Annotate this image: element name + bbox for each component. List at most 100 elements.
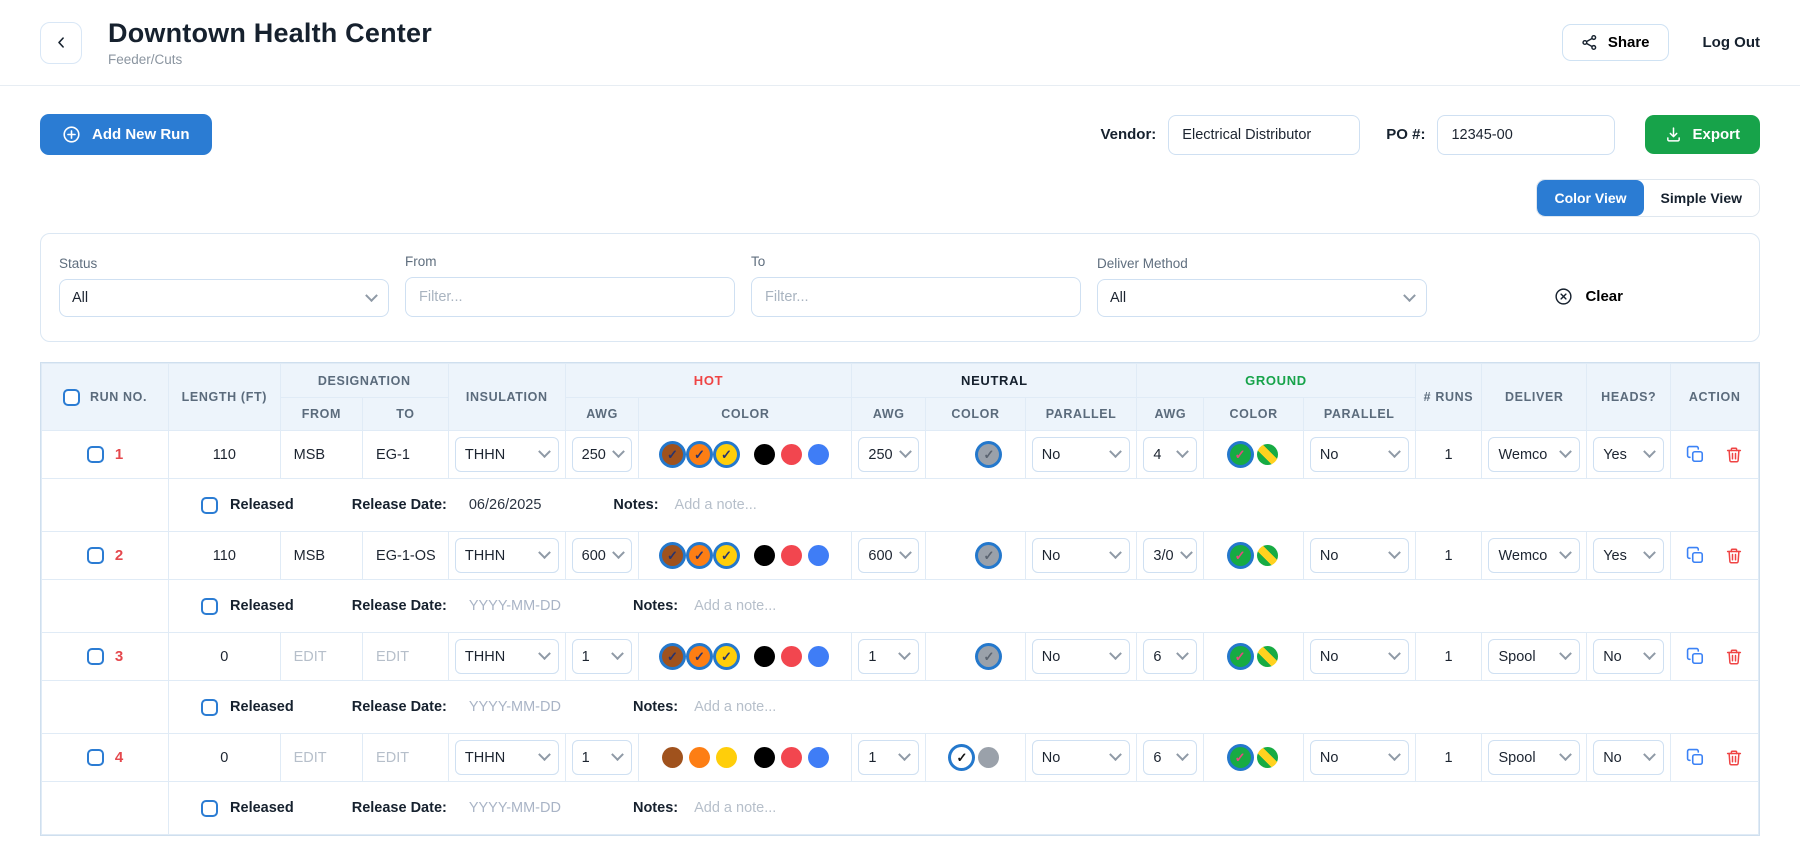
insulation-select[interactable]: THHN bbox=[454, 437, 559, 472]
yellow-color-swatch[interactable]: ✓ bbox=[715, 646, 737, 667]
ground-awg-select[interactable]: 6 bbox=[1143, 740, 1198, 775]
to-cell[interactable]: EG-1-OS bbox=[362, 531, 449, 580]
deliver-select[interactable]: Spool bbox=[1488, 740, 1581, 775]
po-input[interactable] bbox=[1437, 114, 1616, 155]
released-checkbox[interactable] bbox=[201, 698, 219, 716]
yellow-color-swatch[interactable]: ✓ bbox=[715, 444, 737, 465]
status-filter-select[interactable]: All bbox=[59, 279, 389, 317]
heads-select[interactable]: Yes bbox=[1593, 538, 1665, 573]
hot-awg-select[interactable]: 250 bbox=[571, 437, 633, 472]
neutral-awg-select[interactable]: 1 bbox=[858, 639, 920, 674]
length-cell[interactable]: 110 bbox=[168, 531, 281, 580]
ground-awg-select[interactable]: 3/0 bbox=[1143, 538, 1198, 573]
insulation-select[interactable]: THHN bbox=[454, 538, 559, 573]
orange-color-swatch[interactable]: ✓ bbox=[688, 444, 710, 465]
simple-view-tab[interactable]: Simple View bbox=[1643, 180, 1759, 216]
brown-color-swatch[interactable] bbox=[661, 747, 683, 768]
to-filter-input[interactable] bbox=[751, 277, 1081, 317]
row-checkbox[interactable] bbox=[86, 648, 104, 665]
black-color-swatch[interactable] bbox=[753, 545, 775, 566]
gray-color-swatch[interactable]: ✓ bbox=[978, 444, 1000, 465]
neutral-parallel-select[interactable]: No bbox=[1031, 437, 1131, 472]
delete-run-button[interactable] bbox=[1725, 446, 1743, 464]
green-color-swatch[interactable]: ✓ bbox=[1229, 747, 1251, 768]
gray-color-swatch[interactable]: ✓ bbox=[978, 545, 1000, 566]
delete-run-button[interactable] bbox=[1725, 749, 1743, 767]
red-color-swatch[interactable] bbox=[780, 444, 802, 465]
orange-color-swatch[interactable] bbox=[688, 747, 710, 768]
row-checkbox[interactable] bbox=[86, 749, 104, 766]
black-color-swatch[interactable] bbox=[753, 747, 775, 768]
from-cell[interactable]: MSB bbox=[279, 531, 364, 580]
white-color-swatch[interactable] bbox=[951, 444, 973, 465]
yellow-color-swatch[interactable] bbox=[715, 747, 737, 768]
ground-parallel-select[interactable]: No bbox=[1309, 740, 1409, 775]
ground-parallel-select[interactable]: No bbox=[1309, 639, 1409, 674]
length-cell[interactable]: 0 bbox=[168, 632, 281, 681]
released-checkbox[interactable] bbox=[201, 799, 219, 817]
deliver-select[interactable]: Spool bbox=[1488, 639, 1581, 674]
white-color-swatch[interactable]: ✓ bbox=[951, 747, 973, 768]
duplicate-run-button[interactable] bbox=[1686, 445, 1705, 464]
from-cell[interactable]: EDIT bbox=[279, 733, 364, 782]
notes-input[interactable]: Add a note... bbox=[675, 497, 757, 513]
notes-input[interactable]: Add a note... bbox=[694, 699, 776, 715]
neutral-parallel-select[interactable]: No bbox=[1031, 740, 1131, 775]
row-checkbox[interactable] bbox=[86, 446, 104, 463]
back-button[interactable] bbox=[40, 21, 82, 64]
red-color-swatch[interactable] bbox=[780, 747, 802, 768]
heads-select[interactable]: Yes bbox=[1593, 437, 1665, 472]
length-cell[interactable]: 0 bbox=[168, 733, 281, 782]
hot-awg-select[interactable]: 600 bbox=[571, 538, 633, 573]
neutral-parallel-select[interactable]: No bbox=[1031, 639, 1131, 674]
deliver-select[interactable]: Wemco bbox=[1488, 437, 1581, 472]
blue-color-swatch[interactable] bbox=[807, 747, 829, 768]
heads-select[interactable]: No bbox=[1593, 639, 1665, 674]
select-all-checkbox[interactable] bbox=[62, 388, 80, 406]
blue-color-swatch[interactable] bbox=[807, 444, 829, 465]
ground-awg-select[interactable]: 6 bbox=[1143, 639, 1198, 674]
to-cell[interactable]: EDIT bbox=[362, 733, 449, 782]
deliver-select[interactable]: Wemco bbox=[1488, 538, 1581, 573]
yellow-color-swatch[interactable]: ✓ bbox=[715, 545, 737, 566]
logout-button[interactable]: Log Out bbox=[1703, 34, 1760, 51]
to-cell[interactable]: EG-1 bbox=[362, 430, 449, 479]
duplicate-run-button[interactable] bbox=[1686, 546, 1705, 565]
black-color-swatch[interactable] bbox=[753, 646, 775, 667]
deliver-method-filter-select[interactable]: All bbox=[1097, 279, 1427, 317]
length-cell[interactable]: 110 bbox=[168, 430, 281, 479]
brown-color-swatch[interactable]: ✓ bbox=[661, 444, 683, 465]
row-checkbox[interactable] bbox=[86, 547, 104, 564]
to-cell[interactable]: EDIT bbox=[362, 632, 449, 681]
ground-parallel-select[interactable]: No bbox=[1309, 437, 1409, 472]
green-color-swatch[interactable]: ✓ bbox=[1229, 444, 1251, 465]
delete-run-button[interactable] bbox=[1725, 648, 1743, 666]
notes-input[interactable]: Add a note... bbox=[694, 800, 776, 816]
release-date-value[interactable]: YYYY-MM-DD bbox=[469, 598, 561, 614]
from-cell[interactable]: MSB bbox=[279, 430, 364, 479]
delete-run-button[interactable] bbox=[1725, 547, 1743, 565]
green-yellow-color-swatch[interactable] bbox=[1256, 747, 1278, 768]
vendor-input[interactable] bbox=[1168, 114, 1361, 155]
release-date-value[interactable]: 06/26/2025 bbox=[469, 497, 542, 513]
black-color-swatch[interactable] bbox=[753, 444, 775, 465]
released-checkbox[interactable] bbox=[201, 597, 219, 615]
export-button[interactable]: Export bbox=[1645, 115, 1760, 154]
red-color-swatch[interactable] bbox=[780, 646, 802, 667]
insulation-select[interactable]: THHN bbox=[454, 740, 559, 775]
green-yellow-color-swatch[interactable] bbox=[1256, 444, 1278, 465]
duplicate-run-button[interactable] bbox=[1686, 748, 1705, 767]
notes-input[interactable]: Add a note... bbox=[694, 598, 776, 614]
insulation-select[interactable]: THHN bbox=[454, 639, 559, 674]
release-date-value[interactable]: YYYY-MM-DD bbox=[469, 800, 561, 816]
red-color-swatch[interactable] bbox=[780, 545, 802, 566]
neutral-awg-select[interactable]: 250 bbox=[858, 437, 920, 472]
hot-awg-select[interactable]: 1 bbox=[571, 740, 633, 775]
from-filter-input[interactable] bbox=[405, 277, 735, 317]
heads-select[interactable]: No bbox=[1593, 740, 1665, 775]
duplicate-run-button[interactable] bbox=[1686, 647, 1705, 666]
orange-color-swatch[interactable]: ✓ bbox=[688, 545, 710, 566]
blue-color-swatch[interactable] bbox=[807, 646, 829, 667]
gray-color-swatch[interactable] bbox=[978, 747, 1000, 768]
color-view-tab[interactable]: Color View bbox=[1537, 180, 1644, 216]
